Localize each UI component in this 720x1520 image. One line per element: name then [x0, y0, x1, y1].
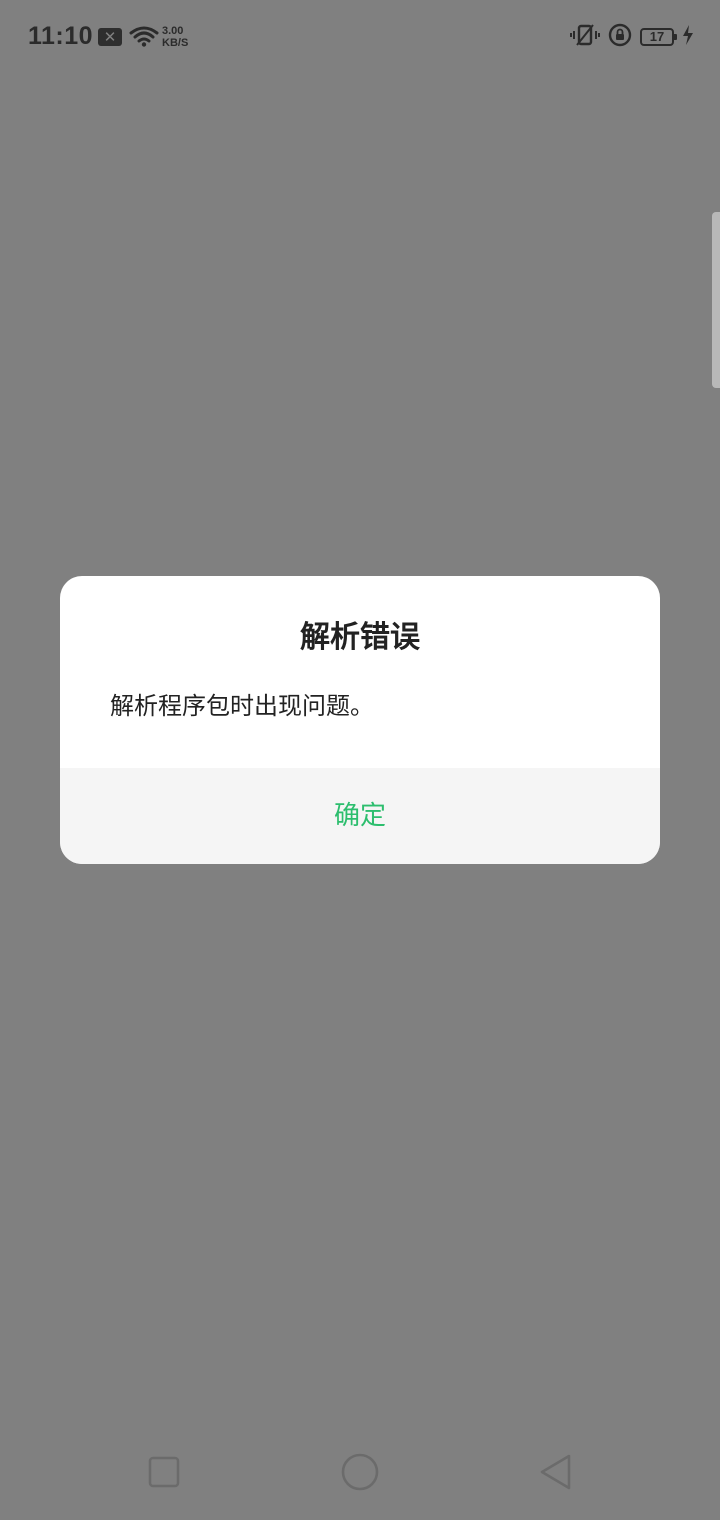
scroll-handle[interactable]	[712, 212, 720, 388]
charging-icon	[682, 25, 694, 49]
vibrate-icon	[570, 23, 600, 51]
back-button[interactable]	[536, 1452, 576, 1492]
circle-icon	[341, 1453, 379, 1491]
network-speed-value: 3.00	[162, 25, 184, 37]
status-icons-right: 17	[570, 23, 694, 51]
wifi-icon	[129, 25, 159, 51]
close-box-icon: ✕	[98, 28, 122, 46]
square-icon	[148, 1456, 180, 1488]
rotation-lock-icon	[608, 23, 632, 51]
navigation-bar	[0, 1424, 720, 1520]
network-speed-unit: KB/S	[162, 37, 189, 49]
status-bar: 11:10 ✕ 3.00 KB/S 17	[0, 0, 720, 74]
network-speed: 3.00 KB/S	[162, 25, 188, 49]
triangle-back-icon	[540, 1454, 571, 1490]
dialog-message: 解析程序包时出现问题。	[110, 692, 374, 720]
dialog-title: 解析错误	[300, 620, 420, 655]
home-button[interactable]	[340, 1452, 380, 1492]
error-dialog: 解析错误 解析程序包时出现问题。 确定	[60, 576, 660, 864]
confirm-button[interactable]: 确定	[60, 768, 660, 864]
battery-icon: 17	[640, 28, 677, 46]
recents-button[interactable]	[144, 1452, 184, 1492]
screen: 11:10 ✕ 3.00 KB/S 17 解析错误 解析程序包时出现问题。 确定	[0, 0, 720, 1520]
status-time: 11:10	[28, 22, 94, 50]
